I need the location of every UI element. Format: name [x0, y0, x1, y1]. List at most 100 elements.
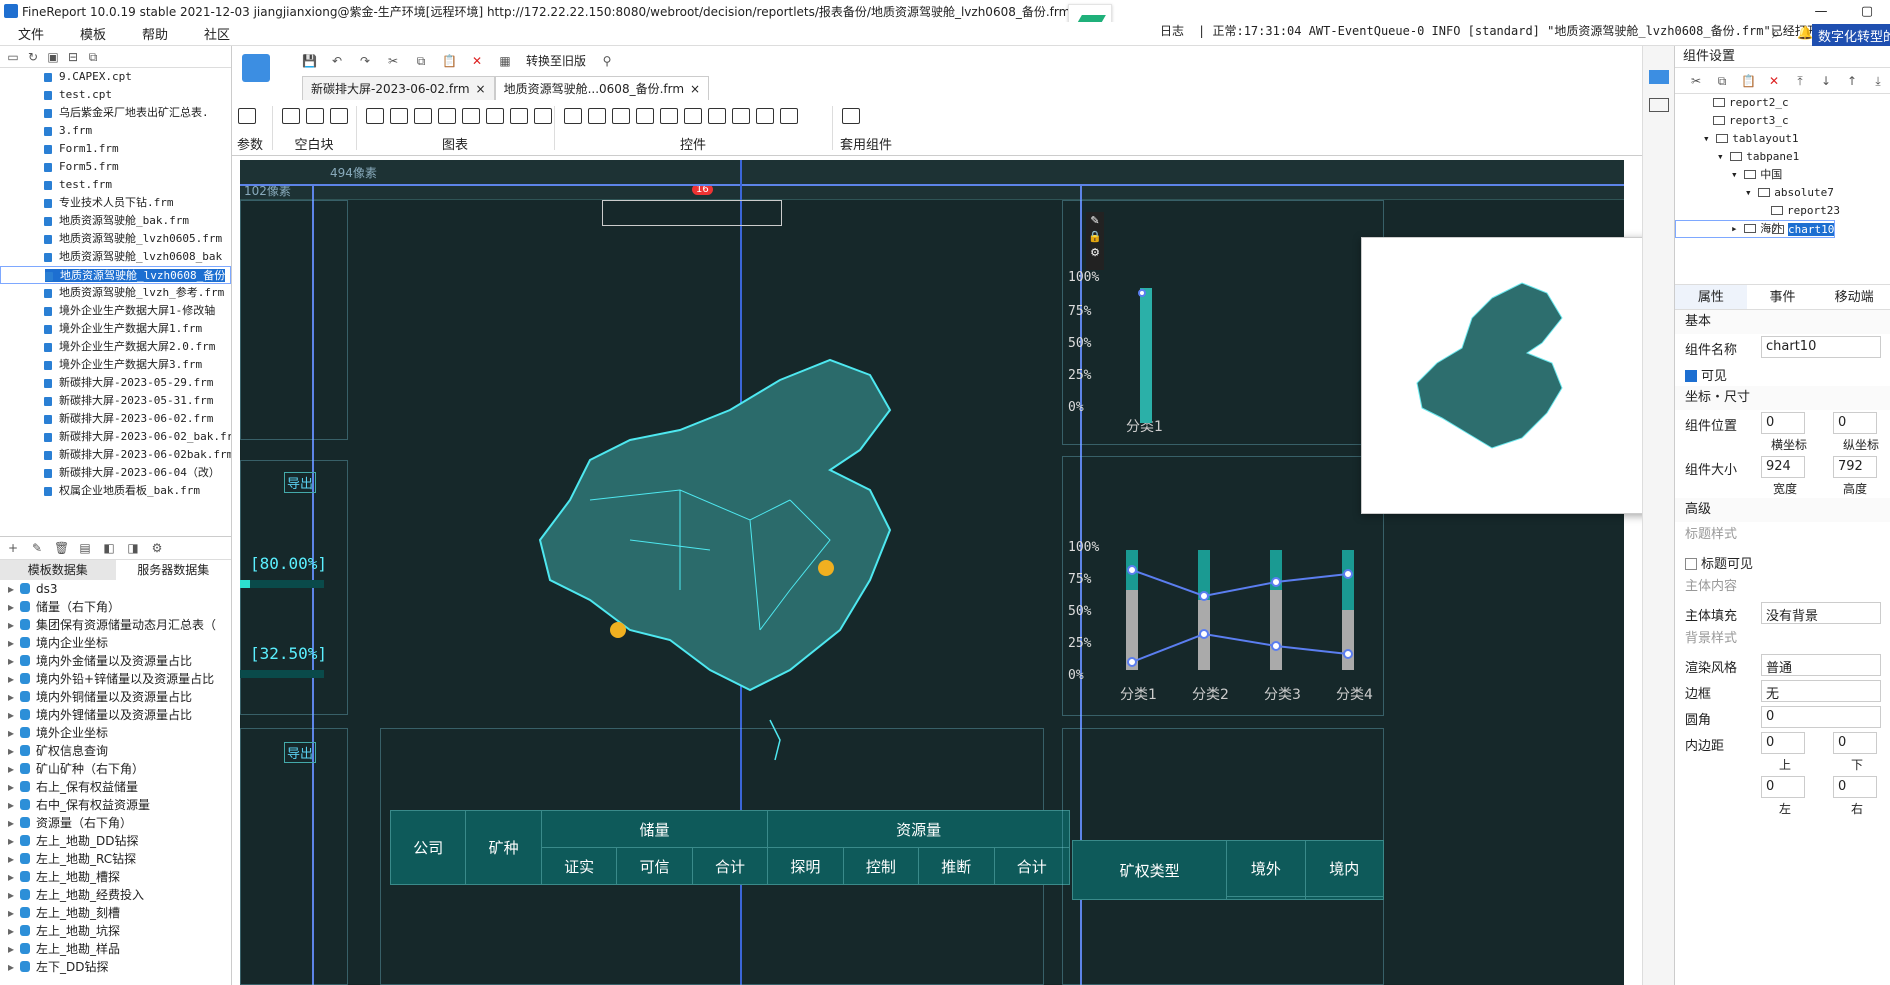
new-template-button[interactable] — [242, 54, 270, 82]
menu-template[interactable]: 模板 — [62, 24, 124, 43]
radius-input[interactable]: 0 — [1761, 706, 1881, 728]
dataset-item[interactable]: 境内企业坐标 — [0, 634, 231, 652]
search-icon[interactable]: ⌕ — [1772, 26, 1780, 42]
dataset-item[interactable]: 境外企业坐标 — [0, 724, 231, 742]
file-item[interactable]: 境外企业生产数据大屏3.frm — [0, 356, 231, 374]
save-icon[interactable]: 💾 — [302, 54, 317, 68]
pad-right-input[interactable]: 0 — [1833, 776, 1877, 798]
tab-events[interactable]: 事件 — [1747, 285, 1819, 309]
move-up-icon[interactable]: ↑ — [1845, 74, 1859, 88]
dataset-item[interactable]: 右上_保有权益储量 — [0, 778, 231, 796]
copy-icon[interactable]: ⧉ — [86, 50, 100, 64]
tab-properties[interactable]: 属性 — [1675, 285, 1747, 309]
absolute-block-icon[interactable] — [330, 108, 348, 124]
file-item[interactable]: 权属企业地质看板_bak.frm — [0, 482, 231, 500]
pos-x-input[interactable]: 0 — [1761, 412, 1805, 434]
tab-mobile[interactable]: 移动端 — [1818, 285, 1890, 309]
tree-node[interactable]: ▾ tablayout1 — [1675, 130, 1890, 148]
db-icon[interactable]: ◧ — [102, 541, 116, 555]
ribbon-templates[interactable]: 套用组件 — [836, 100, 896, 156]
export-button-2[interactable]: 导出 — [284, 742, 317, 763]
file-item[interactable]: 地质资源驾驶舱_lvzh0605.frm — [0, 230, 231, 248]
line-chart-icon[interactable] — [438, 108, 456, 124]
radar-icon[interactable] — [510, 108, 528, 124]
log-label[interactable]: 日志 — [1160, 24, 1184, 38]
gauge-icon[interactable] — [486, 108, 504, 124]
border-select[interactable]: 无 — [1761, 680, 1881, 702]
file-item[interactable]: 3.frm — [0, 122, 231, 140]
bell-icon[interactable]: 🔔 — [1797, 26, 1813, 41]
dataset-item[interactable]: 左下_DD钻探 — [0, 958, 231, 976]
bar-chart-icon[interactable] — [390, 108, 408, 124]
file-item[interactable]: 地质资源驾驶舱_bak.frm — [0, 212, 231, 230]
dataset-item[interactable]: 左上_地勘_DD钻探 — [0, 832, 231, 850]
height-input[interactable]: 792 — [1833, 456, 1877, 478]
pos-y-input[interactable]: 0 — [1833, 412, 1877, 434]
server-db-icon[interactable]: ◨ — [126, 541, 140, 555]
undo-icon[interactable]: ↶ — [330, 54, 344, 68]
paste-icon[interactable]: 📋 — [442, 54, 457, 68]
refresh-icon[interactable]: ↻ — [26, 50, 40, 64]
dataset-item[interactable]: 境内外金储量以及资源量占比 — [0, 652, 231, 670]
cut-icon[interactable]: ✂ — [386, 54, 400, 68]
preview-icon[interactable]: ▤ — [78, 541, 92, 555]
tree-node[interactable]: report2_c — [1675, 94, 1890, 112]
file-item[interactable]: 新碳排大屏-2023-05-31.frm — [0, 392, 231, 410]
cut-icon[interactable]: ✂ — [1689, 74, 1703, 88]
dataset-item[interactable]: 境内外铅+锌储量以及资源量占比 — [0, 670, 231, 688]
file-item[interactable]: 新碳排大屏-2023-06-02bak.frm — [0, 446, 231, 464]
delete-icon[interactable]: ✕ — [470, 54, 484, 68]
dataset-item[interactable]: 左上_地勘_坑探 — [0, 922, 231, 940]
title-visible-checkbox[interactable]: 标题可见 — [1685, 553, 1753, 572]
dataset-item[interactable]: 右中_保有权益资源量 — [0, 796, 231, 814]
dataset-item[interactable]: 左上_地勘_RC钻探 — [0, 850, 231, 868]
file-item[interactable]: 新碳排大屏-2023-06-02_bak.frm — [0, 428, 231, 446]
list-control-icon[interactable] — [708, 108, 726, 124]
dataset-item[interactable]: 矿山矿种（右下角） — [0, 760, 231, 778]
pad-top-input[interactable]: 0 — [1761, 732, 1805, 754]
dataset-item[interactable]: 左上_地勘_经费投入 — [0, 886, 231, 904]
dataset-item[interactable]: 矿权信息查询 — [0, 742, 231, 760]
export-button[interactable]: 导出 — [284, 472, 317, 493]
text-control-icon[interactable] — [564, 108, 582, 124]
bar-line-chart[interactable] — [1070, 530, 1384, 680]
dataset-item[interactable]: 境内外锂储量以及资源量占比 — [0, 706, 231, 724]
minimize-button[interactable]: — — [1798, 0, 1844, 22]
dataset-item[interactable]: 储量（右下角） — [0, 598, 231, 616]
dataset-item[interactable]: ds3 — [0, 580, 231, 598]
dataset-item[interactable]: 境内外铜储量以及资源量占比 — [0, 688, 231, 706]
tree-node[interactable]: report3_c — [1675, 112, 1890, 130]
file-item[interactable]: Form5.frm — [0, 158, 231, 176]
blank-block-icon[interactable] — [282, 108, 300, 124]
file-item[interactable]: 地质资源驾驶舱_lvzh0608_bak — [0, 248, 231, 266]
file-item[interactable]: 地质资源驾驶舱_lvzh_参考.frm — [0, 284, 231, 302]
checkbox-control-icon[interactable] — [732, 108, 750, 124]
tree-node[interactable]: ▾ tabpane1 — [1675, 148, 1890, 166]
combo-control-icon[interactable] — [636, 108, 654, 124]
redo-icon[interactable]: ↷ — [358, 54, 372, 68]
file-item[interactable]: 地质资源驾驶舱_lvzh0608_备份 — [0, 266, 231, 284]
tab-server-dataset[interactable]: 服务器数据集 — [116, 560, 232, 580]
close-icon[interactable]: × — [690, 82, 700, 96]
maximize-button[interactable]: ▢ — [1844, 0, 1890, 22]
file-item[interactable]: 境外企业生产数据大屏1-修改轴 — [0, 302, 231, 320]
trash-icon[interactable]: 🗑 — [54, 541, 69, 555]
component-settings-icon[interactable] — [1649, 70, 1669, 84]
file-item[interactable]: 9.CAPEX.cpt — [0, 68, 231, 86]
move-down-icon[interactable]: ↓ — [1819, 74, 1833, 88]
tab-template-dataset[interactable]: 模板数据集 — [0, 560, 116, 580]
menu-community[interactable]: 社区 — [186, 24, 248, 43]
menu-help[interactable]: 帮助 — [124, 24, 186, 43]
file-item[interactable]: 专业技术人员下钻.frm — [0, 194, 231, 212]
delete-icon[interactable]: ✕ — [1767, 74, 1781, 88]
tree-node[interactable]: ▾ 中国 — [1675, 166, 1890, 184]
open-folder-icon[interactable]: ▭ — [6, 50, 20, 64]
file-item[interactable]: 乌后紫金采厂地表出矿汇总表. — [0, 104, 231, 122]
dataset-item[interactable]: 资源量（右下角） — [0, 814, 231, 832]
dataset-item[interactable]: 左上_地勘_刻槽 — [0, 904, 231, 922]
scatter-icon[interactable] — [534, 108, 552, 124]
tab-template-2[interactable]: 地质资源驾驶舱...0608_备份.frm × — [494, 76, 710, 100]
lock-icon[interactable]: 🔒 — [1088, 230, 1102, 243]
paste-icon[interactable]: 📋 — [1741, 74, 1756, 88]
ribbon-charts[interactable]: 图表 — [360, 100, 552, 156]
